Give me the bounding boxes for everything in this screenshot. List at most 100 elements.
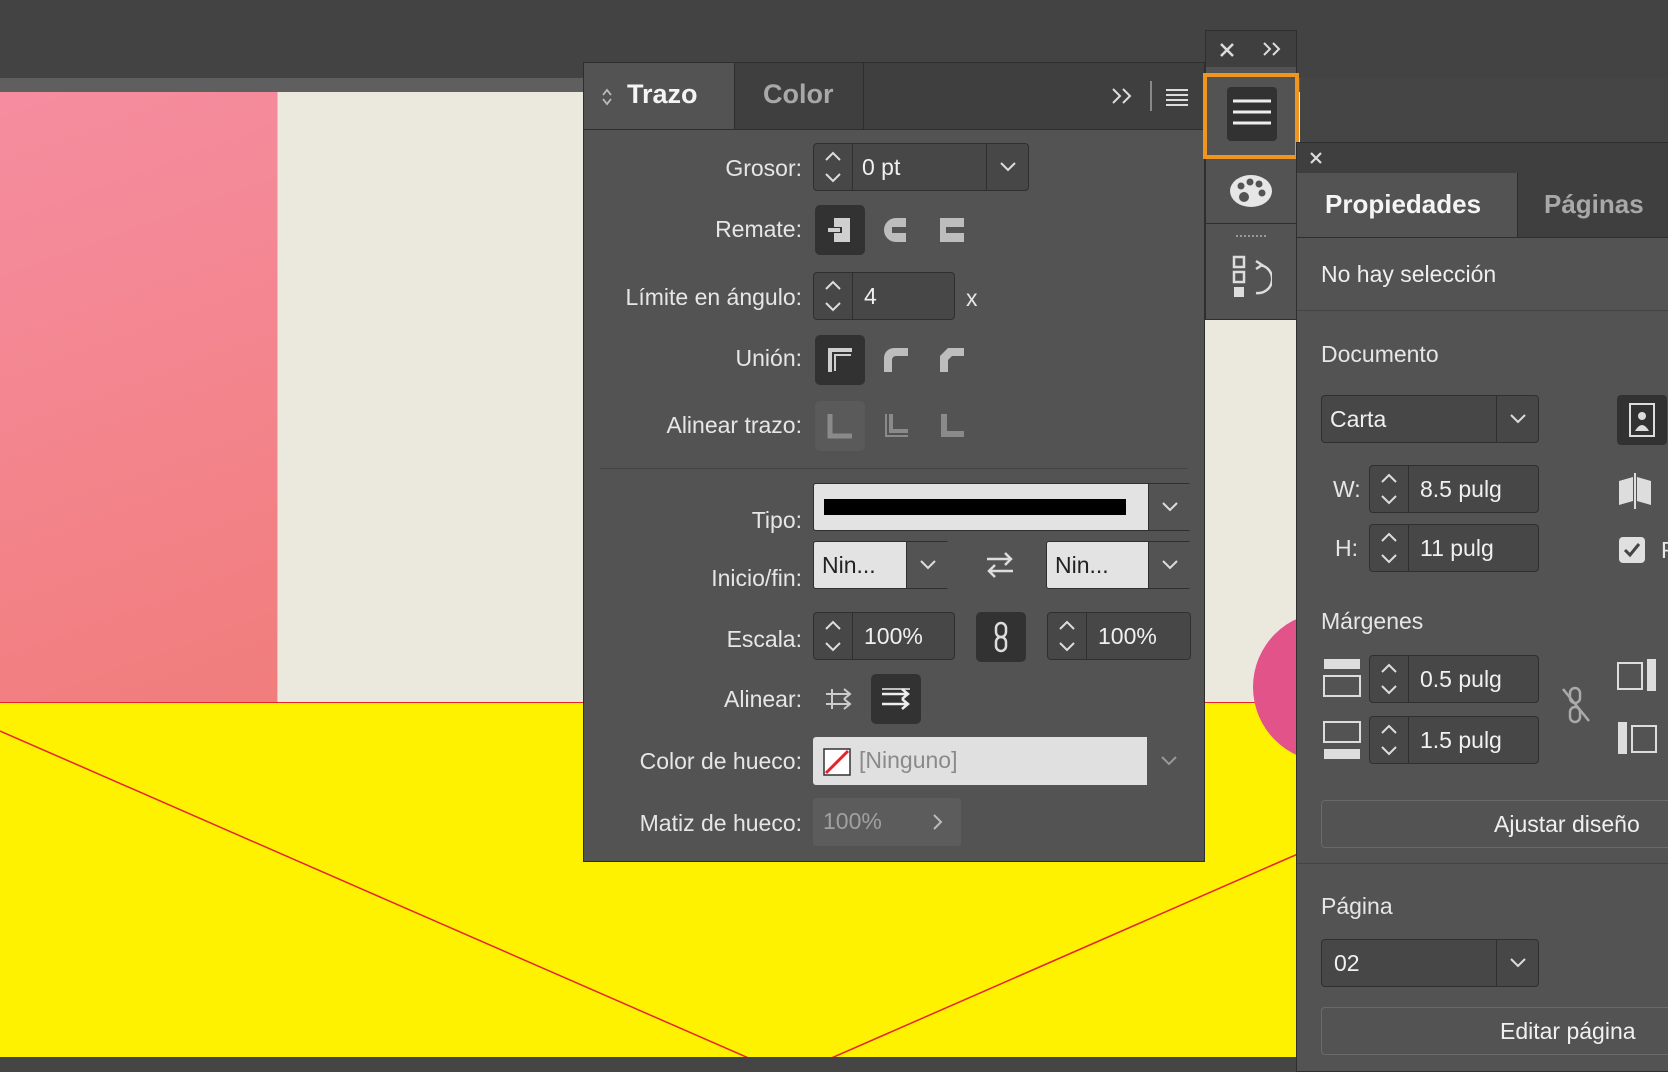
chevron-down-icon (1161, 756, 1177, 766)
weight-stepper[interactable] (814, 144, 853, 190)
start-scale-stepper[interactable] (814, 613, 853, 659)
arrow-tip-inside-icon (826, 688, 852, 710)
gap-color-dropdown[interactable]: [Ninguno] (813, 737, 1191, 785)
margins-section-title: Márgenes (1321, 608, 1424, 634)
miter-limit-field[interactable]: 4 (813, 272, 955, 320)
checkmark-icon (1623, 543, 1641, 558)
align-arrow-tip-end-button[interactable] (871, 674, 921, 724)
align-stroke-center-button[interactable] (815, 401, 865, 451)
gap-tint-value[interactable]: 100% (823, 808, 882, 835)
end-scale-value[interactable]: 100% (1098, 623, 1157, 650)
facing-pages-icon[interactable] (1613, 471, 1657, 509)
tab-color[interactable]: Color (734, 63, 864, 129)
collapsed-panel-dock (1203, 30, 1299, 320)
color-panel-dock-button[interactable] (1206, 161, 1296, 224)
stepper-arrows-icon (1381, 724, 1397, 756)
start-scale-field[interactable]: 100% (813, 612, 955, 660)
end-scale-field[interactable]: 100% (1047, 612, 1191, 660)
round-join-button[interactable] (871, 335, 921, 385)
projecting-cap-button[interactable] (927, 205, 977, 255)
portrait-orientation-button[interactable] (1617, 395, 1667, 445)
stepper-arrows-icon (1381, 532, 1397, 564)
bottom-margin-field[interactable]: 1.5 pulg (1369, 716, 1539, 764)
weight-value[interactable]: 0 pt (862, 154, 900, 181)
history-panel-dock-button[interactable] (1206, 245, 1296, 315)
top-margin-value[interactable]: 0.5 pulg (1420, 666, 1502, 693)
start-scale-value[interactable]: 100% (864, 623, 923, 650)
properties-panel: Propiedades Páginas No hay selección Doc… (1296, 142, 1668, 1072)
chevron-down-icon (1510, 958, 1526, 968)
stroke-icon-background (1227, 87, 1277, 141)
tab-paginas[interactable]: Páginas (1517, 173, 1668, 237)
expand-panel-icon[interactable] (1110, 85, 1136, 107)
collapse-arrows-icon[interactable] (600, 87, 614, 107)
start-arrowhead-value: Nin... (822, 552, 876, 578)
link-scale-button[interactable] (976, 612, 1026, 662)
miter-limit-value[interactable]: 4 (864, 283, 877, 310)
edit-page-button[interactable]: Editar página (1321, 1007, 1668, 1055)
scale-label: Escala: (726, 626, 802, 652)
stepper-arrows-icon (825, 151, 841, 183)
weight-dropdown-button[interactable] (986, 144, 1029, 190)
close-icon[interactable] (1219, 42, 1235, 58)
close-icon[interactable] (1309, 151, 1323, 165)
dock-grip-2[interactable] (1236, 235, 1266, 241)
stepper-arrows-icon (825, 280, 841, 312)
gap-tint-field[interactable]: 100% (813, 798, 961, 846)
panel-menu-icon[interactable] (1164, 85, 1190, 107)
start-arrowhead-arrow-area[interactable] (906, 542, 949, 588)
stroke-type-arrow-area[interactable] (1148, 484, 1191, 530)
arrow-tip-end-icon (882, 688, 910, 710)
pink-rectangle[interactable] (0, 92, 278, 702)
height-stepper[interactable] (1370, 525, 1409, 571)
outside-margin-icon (1618, 722, 1657, 754)
chevron-down-icon (1000, 162, 1016, 172)
butt-cap-icon (828, 218, 850, 242)
bottom-margin-value[interactable]: 1.5 pulg (1420, 727, 1502, 754)
weight-field[interactable]: 0 pt (813, 143, 1029, 191)
height-value[interactable]: 11 pulg (1420, 535, 1494, 562)
end-arrowhead-arrow-area[interactable] (1148, 542, 1191, 588)
width-stepper[interactable] (1370, 466, 1409, 512)
miter-limit-suffix: x (966, 285, 978, 311)
width-field[interactable]: 8.5 pulg (1369, 465, 1539, 513)
stroke-type-dropdown[interactable] (813, 483, 1191, 531)
gap-color-arrow-area[interactable] (1147, 737, 1191, 785)
stepper-arrows-icon (1059, 620, 1075, 652)
tab-propiedades[interactable]: Propiedades (1297, 173, 1517, 237)
properties-header (1297, 143, 1668, 173)
bevel-join-button[interactable] (927, 335, 977, 385)
facing-pages-checkbox[interactable] (1619, 537, 1645, 563)
start-arrowhead-dropdown[interactable]: Nin... (813, 541, 949, 589)
stroke-panel-dock-button[interactable] (1203, 73, 1299, 159)
end-arrowhead-dropdown[interactable]: Nin... (1046, 541, 1191, 589)
expand-dock-icon[interactable] (1262, 41, 1284, 57)
round-cap-icon (884, 218, 906, 242)
document-preset-arrow[interactable] (1496, 396, 1539, 442)
document-preset-dropdown[interactable]: Carta (1321, 395, 1539, 443)
end-scale-stepper[interactable] (1048, 613, 1087, 659)
bottom-margin-stepper[interactable] (1370, 717, 1409, 763)
miter-limit-stepper[interactable] (814, 273, 853, 319)
stepper-arrows-icon (1381, 473, 1397, 505)
width-value[interactable]: 8.5 pulg (1420, 476, 1502, 503)
align-stroke-inside-button[interactable] (871, 401, 921, 451)
dock-header (1206, 31, 1296, 67)
top-margin-stepper[interactable] (1370, 656, 1409, 702)
page-dropdown[interactable]: 02 (1321, 939, 1539, 987)
butt-cap-button[interactable] (815, 205, 865, 255)
tab-trazo[interactable]: Trazo (584, 63, 734, 129)
align-arrow-tip-inside-button[interactable] (815, 674, 865, 724)
height-field[interactable]: 11 pulg (1369, 524, 1539, 572)
swap-arrows-icon[interactable] (983, 550, 1017, 580)
unlink-margins-icon[interactable] (1561, 685, 1591, 725)
page-dropdown-arrow[interactable] (1496, 940, 1539, 986)
section-divider (600, 468, 1188, 469)
align-stroke-outside-button[interactable] (927, 401, 977, 451)
chevron-right-icon[interactable] (933, 814, 943, 830)
miter-join-button[interactable] (815, 335, 865, 385)
page-value: 02 (1334, 950, 1360, 976)
adjust-layout-button[interactable]: Ajustar diseño (1321, 800, 1668, 848)
top-margin-field[interactable]: 0.5 pulg (1369, 655, 1539, 703)
round-cap-button[interactable] (871, 205, 921, 255)
